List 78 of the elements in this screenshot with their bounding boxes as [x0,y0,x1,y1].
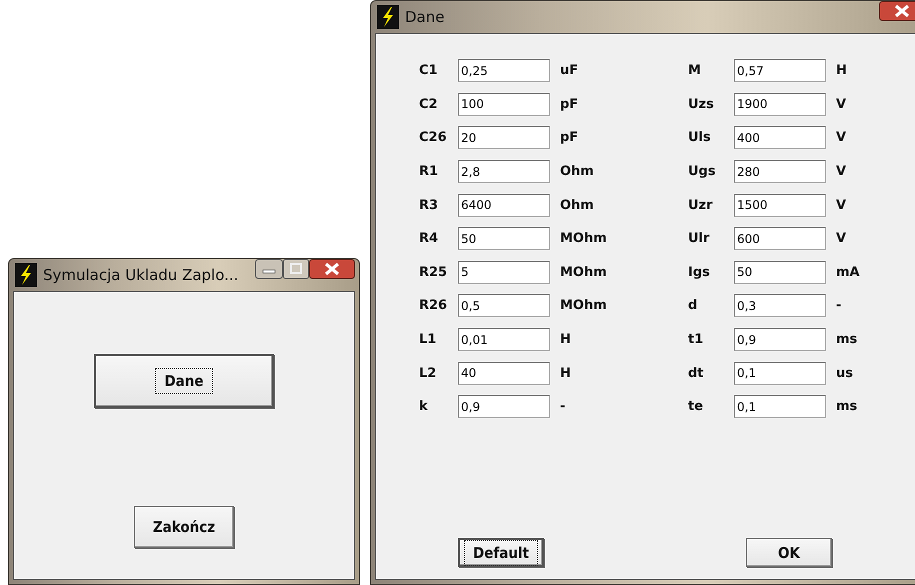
input-field[interactable]: 2,8 [458,160,550,184]
field-label: R4 [419,231,440,246]
field-label: Ulr [688,231,710,246]
input-field[interactable]: 6400 [458,194,550,217]
input-field[interactable]: 5 [458,260,550,284]
dialog-button[interactable]: Zakończ [134,506,234,548]
maximize-button[interactable] [283,259,309,279]
unit-label: uF [559,63,580,78]
dialog-button[interactable]: OK [746,538,832,567]
unit-label: H [559,332,572,348]
field-label: C1 [419,63,439,78]
field-label: Ugs [688,164,717,180]
dialog-button[interactable]: Default [458,538,544,567]
unit-label: Ohm [559,198,595,213]
unit-label: H [559,366,572,381]
field-label: R25 [419,264,448,280]
unit-label: - [559,399,566,414]
unit-label: MOhm [559,264,608,280]
field-label: R1 [419,164,440,180]
field-label: R26 [419,298,448,314]
input-field[interactable]: 40 [458,362,550,385]
input-field[interactable]: 600 [734,227,826,250]
input-field[interactable]: 0,9 [458,395,550,418]
unit-label: V [835,198,848,213]
input-field[interactable]: 280 [734,160,826,184]
input-field[interactable]: 0,57 [734,59,826,82]
dialog-button[interactable]: Dane [94,354,274,408]
unit-label: V [835,96,848,112]
unit-label: V [835,231,848,246]
unit-label: ms [835,399,858,414]
unit-label: MOhm [559,298,608,314]
input-field[interactable]: 0,01 [458,328,550,352]
unit-label: us [835,366,854,381]
unit-label: H [835,63,848,78]
input-field[interactable]: 0,1 [734,395,826,418]
unit-label: V [835,164,848,180]
minimize-button[interactable] [255,259,283,279]
unit-label: mA [835,264,861,280]
input-field[interactable]: 100 [458,92,550,116]
unit-label: MOhm [559,231,608,246]
unit-label: ms [835,332,858,348]
field-label: te [688,399,704,414]
unit-label: - [835,298,842,314]
field-label: Igs [688,264,711,280]
close-button[interactable] [309,259,355,279]
field-label: d [688,298,698,314]
input-field[interactable]: 1900 [734,92,826,116]
input-field[interactable]: 0,5 [458,294,550,318]
unit-label: pF [559,96,580,112]
field-label: L1 [419,332,438,348]
field-label: t1 [688,332,704,348]
unit-label: V [835,130,848,146]
input-field[interactable]: 50 [734,260,826,284]
window-title: Symulacja Ukladu Zaplo... [43,266,238,284]
field-label: Uzs [688,96,715,112]
window-title: Dane [405,8,444,26]
field-label: C26 [419,130,448,146]
lightning-icon [15,263,37,287]
lightning-icon [377,5,399,29]
input-field[interactable]: 0,9 [734,328,826,352]
input-field[interactable]: 0,1 [734,362,826,385]
input-field[interactable]: 400 [734,126,826,150]
input-field[interactable]: 0,25 [458,59,550,82]
field-label: R3 [419,198,440,213]
input-field[interactable]: 0,3 [734,294,826,318]
unit-label: Ohm [559,164,595,180]
close-button[interactable] [879,1,915,21]
field-label: Uzr [688,198,714,213]
field-label: M [688,63,702,78]
field-label: C2 [419,96,439,112]
field-label: k [419,399,429,414]
input-field[interactable]: 20 [458,126,550,150]
input-field[interactable]: 1500 [734,194,826,217]
field-label: L2 [419,366,438,381]
field-label: dt [688,366,705,381]
unit-label: pF [559,130,580,146]
input-field[interactable]: 50 [458,227,550,250]
field-label: Uls [688,130,712,146]
